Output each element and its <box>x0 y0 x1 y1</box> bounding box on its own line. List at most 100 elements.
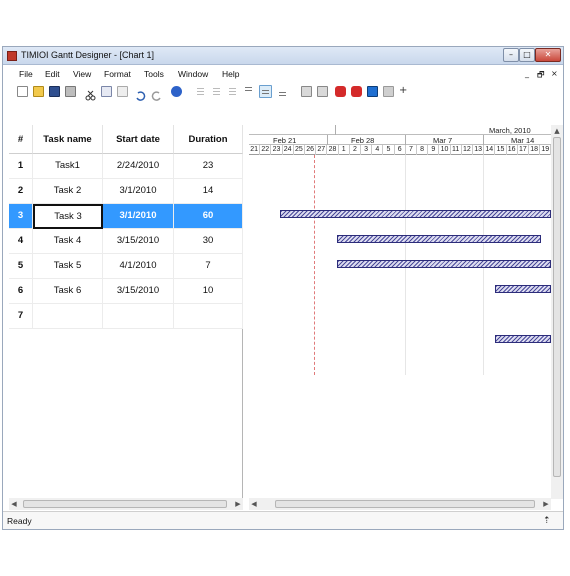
start-date-cell[interactable]: 3/1/2010 <box>103 179 174 204</box>
start-date-cell[interactable]: 4/1/2010 <box>103 254 174 279</box>
redo-icon[interactable] <box>151 86 162 101</box>
menu-help[interactable]: Help <box>222 69 239 79</box>
gantt-horizontal-scrollbar[interactable]: ◀ ▶ <box>249 498 551 510</box>
scroll-up-arrow-icon[interactable]: ▲ <box>552 125 562 137</box>
task-name-cell[interactable] <box>33 304 103 329</box>
vertical-scroll-thumb[interactable] <box>553 137 561 477</box>
align-left-icon[interactable] <box>195 86 206 97</box>
save-icon[interactable] <box>49 86 60 97</box>
task-name-cell[interactable]: Task 5 <box>33 254 103 279</box>
task-bar-6[interactable] <box>495 335 551 343</box>
row-number[interactable]: 1 <box>9 154 33 179</box>
paste-icon[interactable] <box>117 86 128 97</box>
start-date-cell[interactable]: 3/1/2010 <box>103 204 174 229</box>
table-scroll-thumb[interactable] <box>23 500 227 508</box>
menu-edit[interactable]: Edit <box>45 69 60 79</box>
mdi-close-button[interactable]: × <box>551 69 558 78</box>
gantt-scroll-thumb[interactable] <box>275 500 535 508</box>
day-label: 4 <box>372 145 384 155</box>
undo-icon[interactable] <box>135 86 146 101</box>
align-middle-icon[interactable] <box>259 85 272 98</box>
row-number[interactable]: 5 <box>9 254 33 279</box>
print-icon[interactable] <box>65 86 76 97</box>
gantt-month-header: March, 2010 <box>249 125 551 135</box>
task-name-cell[interactable]: Task1 <box>33 154 103 179</box>
row-number[interactable]: 6 <box>9 279 33 304</box>
resize-grip-icon[interactable]: ⇡ <box>543 515 551 526</box>
row-number[interactable]: 4 <box>9 229 33 254</box>
zoom-in-icon[interactable] <box>317 86 328 97</box>
close-button[interactable]: ✕ <box>535 48 561 62</box>
window-title: TIMIOI Gantt Designer - [Chart 1] <box>21 50 155 60</box>
align-right-icon[interactable] <box>227 86 238 97</box>
duration-cell[interactable]: 30 <box>174 229 243 254</box>
duration-cell[interactable]: 7 <box>174 254 243 279</box>
task-name-cell[interactable]: Task 6 <box>33 279 103 304</box>
mdi-minimize-button[interactable]: _ <box>525 69 529 78</box>
menu-window[interactable]: Window <box>178 69 208 79</box>
scroll-right-arrow-icon[interactable]: ▶ <box>233 498 243 510</box>
day-label: 2 <box>350 145 361 155</box>
start-date-cell[interactable]: 2/24/2010 <box>103 154 174 179</box>
insert-task-icon[interactable]: + <box>399 86 410 97</box>
task-bar-1[interactable] <box>280 210 551 218</box>
menu-format[interactable]: Format <box>104 69 131 79</box>
scroll-left-arrow-icon[interactable]: ◀ <box>249 498 259 510</box>
duration-cell[interactable]: 14 <box>174 179 243 204</box>
task-bar-3[interactable] <box>337 260 551 268</box>
help-icon[interactable] <box>171 86 182 97</box>
month-label: March, 2010 <box>489 126 531 135</box>
duration-cell[interactable] <box>174 304 243 329</box>
task-name-cell[interactable]: Task 2 <box>33 179 103 204</box>
column-header-number[interactable]: # <box>9 125 33 154</box>
indent-icon[interactable] <box>367 86 378 97</box>
align-center-icon[interactable] <box>211 86 222 97</box>
open-folder-icon[interactable] <box>33 86 44 97</box>
scroll-left-arrow-icon[interactable]: ◀ <box>9 498 19 510</box>
column-header-start-date[interactable]: Start date <box>103 125 174 154</box>
start-date-cell[interactable]: 3/15/2010 <box>103 229 174 254</box>
task-bar-4[interactable] <box>495 285 551 293</box>
task-name-cell-active[interactable]: Task 3 <box>33 204 103 229</box>
column-header-task-name[interactable]: Task name <box>33 125 103 154</box>
outdent-icon[interactable] <box>383 86 394 97</box>
gantt-vertical-scrollbar[interactable]: ▲ <box>551 125 563 499</box>
task-bar-2[interactable] <box>337 235 541 243</box>
row-number[interactable]: 2 <box>9 179 33 204</box>
zoom-out-icon[interactable] <box>301 86 312 97</box>
row-number-selected[interactable]: 3 <box>9 204 33 229</box>
duration-cell[interactable]: 23 <box>174 154 243 179</box>
day-label: 5 <box>383 145 395 155</box>
scroll-right-arrow-icon[interactable]: ▶ <box>541 498 551 510</box>
column-header-duration[interactable]: Duration <box>174 125 243 154</box>
gantt-week-header: Feb 21 Feb 28 Mar 7 Mar 14 <box>249 135 551 145</box>
day-label: 21 <box>249 145 261 155</box>
title-bar[interactable]: TIMIOI Gantt Designer - [Chart 1] – □ ✕ <box>3 47 563 65</box>
unlink-tasks-icon[interactable] <box>351 86 362 97</box>
day-label: 19 <box>540 145 551 155</box>
week-label: Feb 21 <box>273 136 297 145</box>
align-bottom-icon[interactable] <box>277 86 288 97</box>
start-date-cell[interactable]: 3/15/2010 <box>103 279 174 304</box>
day-label: 18 <box>529 145 541 155</box>
task-name-cell[interactable]: Task 4 <box>33 229 103 254</box>
month-separator <box>335 125 336 135</box>
mdi-restore-button[interactable]: 🗗 <box>537 69 545 83</box>
duration-cell[interactable]: 60 <box>174 204 243 229</box>
new-icon[interactable] <box>17 86 28 97</box>
menu-tools[interactable]: Tools <box>144 69 164 79</box>
table-horizontal-scrollbar[interactable]: ◀ ▶ <box>9 498 243 510</box>
app-icon <box>7 51 17 61</box>
menu-file[interactable]: File <box>19 69 33 79</box>
start-date-cell[interactable] <box>103 304 174 329</box>
minimize-button[interactable]: – <box>503 48 519 62</box>
week-separator <box>327 135 328 145</box>
copy-icon[interactable] <box>101 86 112 97</box>
menu-view[interactable]: View <box>73 69 91 79</box>
row-number[interactable]: 7 <box>9 304 33 329</box>
align-top-icon[interactable] <box>243 86 254 97</box>
link-tasks-icon[interactable] <box>335 86 346 97</box>
cut-icon[interactable] <box>85 86 96 101</box>
maximize-button[interactable]: □ <box>519 48 535 62</box>
duration-cell[interactable]: 10 <box>174 279 243 304</box>
